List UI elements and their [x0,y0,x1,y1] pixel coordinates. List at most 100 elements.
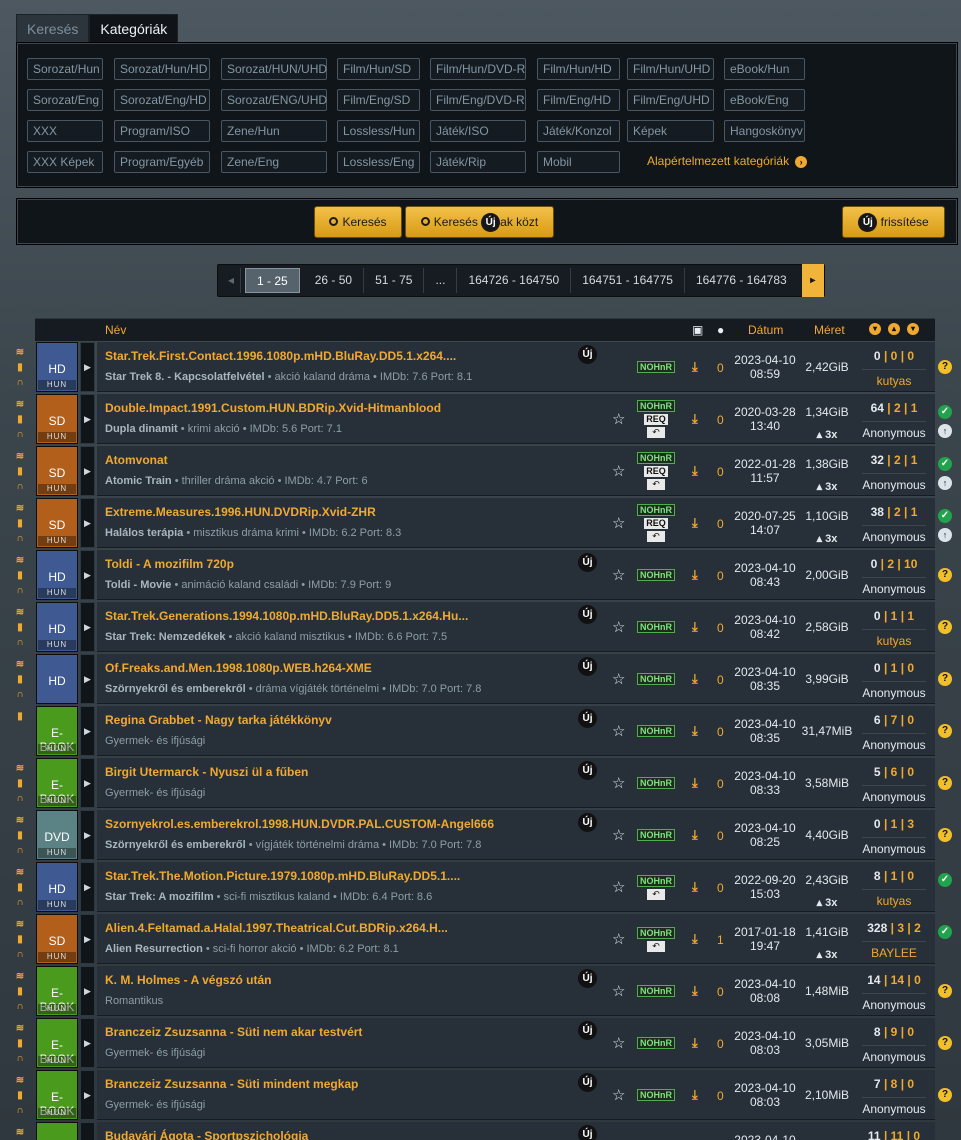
search-new-button[interactable]: Keresés Új ak közt [405,206,554,238]
expand-button[interactable]: ▶ [80,966,95,1016]
rss-icon[interactable]: ≋ [14,1075,26,1087]
header-size[interactable]: Méret [814,323,845,337]
comment-count[interactable]: 0 [717,413,724,427]
category-checkbox[interactable]: Lossless/Eng [337,151,420,173]
binoculars-icon[interactable]: ∩ [14,793,26,805]
page-link[interactable]: 26 - 50 [304,268,365,293]
binoculars-icon[interactable]: ∩ [14,1053,26,1065]
binoculars-icon[interactable]: ∩ [14,949,26,961]
star-icon[interactable]: ☆ [612,566,625,584]
binoculars-icon[interactable]: ∩ [14,1105,26,1117]
category-icon[interactable]: E-BOOKHUN [36,1070,78,1120]
download-icon[interactable]: ⤓ [692,1035,698,1051]
category-checkbox[interactable]: Sorozat/Eng [27,89,103,111]
rss-icon[interactable]: ≋ [14,607,26,619]
binoculars-icon[interactable]: ∩ [14,429,26,441]
star-icon[interactable]: ☆ [612,618,625,636]
torrent-name-link[interactable]: Atomvonat [105,453,168,467]
rss-icon[interactable]: ≋ [14,763,26,775]
category-checkbox[interactable]: Sorozat/Eng/HD [114,89,210,111]
prev-page-button[interactable]: ◂ [222,268,242,293]
category-icon[interactable]: E-BOOKHUN [36,1018,78,1068]
download-icon[interactable]: ⤓ [692,463,698,479]
category-checkbox[interactable]: eBook/Hun [724,58,805,80]
expand-button[interactable]: ▶ [80,550,95,600]
comment-count[interactable]: 0 [717,1089,724,1103]
star-icon[interactable]: ☆ [612,1086,625,1104]
rss-icon[interactable]: ≋ [14,815,26,827]
torrent-name-link[interactable]: Branczeiz Zsuzsanna - Süti mindent megka… [105,1077,358,1091]
peer-stats[interactable]: 0 | 0 | 0 [862,349,926,363]
category-checkbox[interactable]: eBook/Eng [724,89,805,111]
star-icon[interactable]: ☆ [612,774,625,792]
help-icon[interactable]: ? [938,984,952,998]
category-checkbox[interactable]: Film/Eng/HD [537,89,620,111]
download-icon[interactable]: ⤓ [692,1087,698,1103]
category-icon[interactable]: E-BOOKHUN [36,706,78,756]
peer-stats[interactable]: 0 | 1 | 1 [862,609,926,623]
tab-search[interactable]: Keresés [16,14,90,43]
category-icon[interactable]: SD HUN [36,394,78,444]
star-icon[interactable]: ☆ [612,670,625,688]
star-icon[interactable]: ☆ [612,722,625,740]
download-icon[interactable]: ⤓ [692,411,698,427]
category-icon[interactable]: SD HUN [36,498,78,548]
category-icon[interactable]: DVD HUN [36,810,78,860]
page-link[interactable]: 1 - 25 [245,268,300,293]
rss-icon[interactable]: ≋ [14,451,26,463]
chevron-down-icon[interactable]: ▾ [869,323,881,335]
bookmark-icon[interactable]: ▮ [14,622,26,634]
category-checkbox[interactable]: Sorozat/HUN/UHD [221,58,327,80]
bookmark-icon[interactable]: ▮ [14,778,26,790]
download-icon[interactable]: ⤓ [692,567,698,583]
header-name[interactable]: Név [105,323,126,337]
category-checkbox[interactable]: Zene/Eng [221,151,327,173]
comment-count[interactable]: 0 [717,465,724,479]
torrent-name-link[interactable]: Regina Grabbet - Nagy tarka játékkönyv [105,713,332,727]
category-checkbox[interactable]: Sorozat/Hun [27,58,103,80]
rss-icon[interactable]: ≋ [14,867,26,879]
page-link[interactable]: 164776 - 164783 [685,268,798,293]
category-icon[interactable]: HD [36,654,78,704]
category-icon[interactable]: SD HUN [36,914,78,964]
uploader-name[interactable]: kutyas [862,369,926,388]
comment-count[interactable]: 0 [717,829,724,843]
category-checkbox[interactable]: Program/ISO [114,120,210,142]
binoculars-icon[interactable]: ∩ [14,585,26,597]
comment-count[interactable]: 0 [717,673,724,687]
uploader-name[interactable]: kutyas [862,629,926,648]
binoculars-icon[interactable]: ∩ [14,533,26,545]
star-icon[interactable]: ☆ [612,514,625,532]
comment-count[interactable]: 0 [717,621,724,635]
torrent-name-link[interactable]: Szornyekrol.es.emberekrol.1998.HUN.DVDR.… [105,817,494,831]
expand-button[interactable]: ▶ [80,394,95,444]
category-checkbox[interactable]: XXX Képek [27,151,103,173]
binoculars-icon[interactable]: ∩ [14,689,26,701]
torrent-name-link[interactable]: Double.Impact.1991.Custom.HUN.BDRip.Xvid… [105,401,441,415]
peer-stats[interactable]: 328 | 3 | 2 [862,921,926,935]
category-checkbox[interactable]: Képek [627,120,714,142]
torrent-name-link[interactable]: Extreme.Measures.1996.HUN.DVDRip.Xvid-ZH… [105,505,376,519]
help-icon[interactable]: ? [938,828,952,842]
category-icon[interactable]: E-BOOKHUN [36,966,78,1016]
help-icon[interactable]: ? [938,672,952,686]
bookmark-icon[interactable]: ▮ [14,362,26,374]
category-icon[interactable]: E-BOOKHUN [36,758,78,808]
category-checkbox[interactable]: Sorozat/Hun/HD [114,58,210,80]
page-link[interactable]: 51 - 75 [364,268,425,293]
comment-count[interactable]: 0 [717,517,724,531]
torrent-name-link[interactable]: Star.Trek.First.Contact.1996.1080p.mHD.B… [105,349,456,363]
bookmark-icon[interactable]: ▮ [14,414,26,426]
rss-icon[interactable]: ≋ [14,347,26,359]
download-icon[interactable]: ⤓ [692,879,698,895]
help-icon[interactable]: ? [938,1088,952,1102]
download-icon[interactable]: ⤓ [692,723,698,739]
torrent-name-link[interactable]: Star.Trek.The.Motion.Picture.1979.1080p.… [105,869,460,883]
uploader-name[interactable]: BAYLEE [862,941,926,960]
bookmark-icon[interactable]: ▮ [14,711,26,723]
download-icon[interactable]: ⤓ [692,931,698,947]
default-categories-link[interactable]: Alapértelmezett kategóriák › [647,154,808,168]
expand-button[interactable]: ▶ [80,810,95,860]
category-checkbox[interactable]: Film/Eng/DVD-R [430,89,526,111]
rss-icon[interactable]: ≋ [14,919,26,931]
